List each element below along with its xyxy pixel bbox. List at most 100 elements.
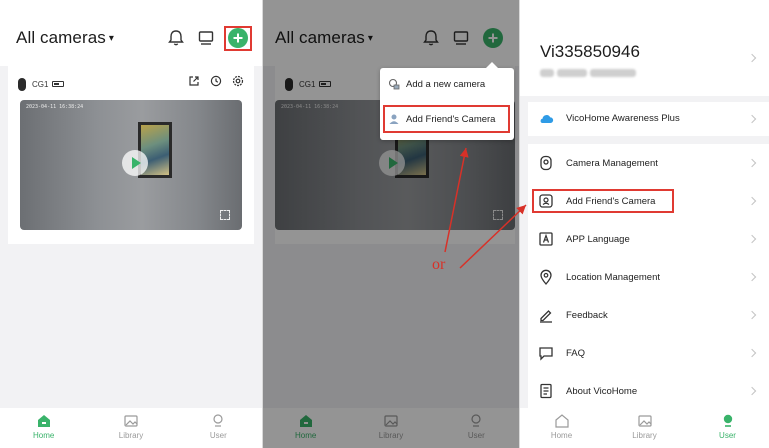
cloud-icon bbox=[540, 115, 554, 123]
menu-label: Feedback bbox=[566, 309, 608, 321]
menu-label: About VicoHome bbox=[566, 385, 638, 397]
layout-icon[interactable] bbox=[196, 28, 216, 48]
camera-icon bbox=[388, 78, 400, 90]
menu-label: Add Friend's Camera bbox=[406, 113, 496, 125]
nav-label: Home bbox=[550, 431, 573, 440]
user-icon bbox=[471, 414, 481, 427]
battery-icon bbox=[52, 81, 65, 87]
camera-card[interactable]: CG1 2023-04-11 16:38:24 bbox=[8, 66, 254, 244]
nav-home[interactable]: Home bbox=[14, 413, 74, 440]
feedback-icon bbox=[540, 310, 552, 323]
caret-down-icon: ▾ bbox=[108, 33, 115, 44]
add-camera-button[interactable] bbox=[228, 28, 248, 48]
play-icon[interactable] bbox=[122, 150, 148, 176]
library-icon bbox=[124, 415, 138, 427]
menu-feedback[interactable]: Feedback bbox=[528, 296, 769, 334]
menu-add-friends-camera[interactable]: Add Friend's Camera bbox=[388, 109, 495, 129]
nav-label: Home bbox=[294, 431, 317, 440]
chevron-right-icon bbox=[747, 234, 757, 244]
camera-preview[interactable]: 2023-04-11 16:38:24 bbox=[20, 100, 242, 230]
library-icon bbox=[384, 415, 398, 427]
camera-device-icon bbox=[285, 77, 293, 91]
menu-location-management[interactable]: Location Management bbox=[528, 258, 769, 296]
home-screen: All cameras ▾ CG1 2023-04-11 16:38:24 Ho… bbox=[0, 0, 262, 448]
awareness-plus-label: VicoHome Awareness Plus bbox=[566, 113, 680, 124]
page-title: All cameras bbox=[275, 28, 365, 47]
nav-label: User bbox=[467, 431, 485, 440]
chevron-right-icon bbox=[747, 272, 757, 282]
camera-management-icon bbox=[540, 155, 552, 171]
location-icon bbox=[540, 269, 552, 285]
menu-faq[interactable]: FAQ bbox=[528, 334, 769, 372]
play-icon[interactable] bbox=[379, 150, 405, 176]
chevron-right-icon bbox=[747, 114, 757, 124]
library-icon bbox=[637, 415, 652, 427]
preview-timestamp: 2023-04-11 16:38:24 bbox=[281, 104, 339, 110]
card-actions bbox=[188, 75, 244, 87]
menu-label: Camera Management bbox=[566, 157, 658, 169]
profile-header[interactable]: Vi335850946 bbox=[520, 0, 769, 96]
menu-label: Add a new camera bbox=[406, 78, 486, 90]
home-icon bbox=[554, 414, 569, 428]
nav-library[interactable]: Library bbox=[101, 413, 161, 440]
settings-menu: Camera Management Add Friend's Camera AP… bbox=[528, 144, 769, 410]
nav-label: Library bbox=[632, 431, 657, 440]
camera-selector[interactable]: All cameras ▾ bbox=[275, 28, 373, 48]
user-icon bbox=[723, 414, 732, 427]
nav-home[interactable]: Home bbox=[532, 413, 592, 440]
nav-library[interactable]: Library bbox=[361, 413, 421, 440]
camera-device-icon bbox=[18, 77, 26, 91]
user-icon bbox=[213, 414, 223, 427]
nav-user[interactable]: User bbox=[446, 413, 506, 440]
menu-about[interactable]: About VicoHome bbox=[528, 372, 769, 410]
page-title: All cameras bbox=[16, 28, 106, 47]
menu-add-new-camera[interactable]: Add a new camera bbox=[388, 74, 485, 94]
fullscreen-icon[interactable] bbox=[493, 210, 503, 220]
add-camera-popup: Add a new camera Add Friend's Camera bbox=[380, 62, 514, 140]
bottom-nav: Home Library User bbox=[0, 408, 262, 448]
home-icon bbox=[37, 415, 50, 427]
home-header: All cameras ▾ bbox=[0, 0, 262, 66]
chevron-right-icon bbox=[747, 310, 757, 320]
history-icon[interactable] bbox=[210, 75, 222, 87]
nav-label: User bbox=[719, 431, 736, 440]
awareness-plus-item[interactable]: VicoHome Awareness Plus bbox=[528, 102, 769, 136]
menu-app-language[interactable]: APP Language bbox=[528, 220, 769, 258]
nav-home[interactable]: Home bbox=[276, 413, 336, 440]
user-screen: Vi335850946 VicoHome Awareness Plus Came… bbox=[520, 0, 769, 448]
share-icon[interactable] bbox=[188, 75, 200, 87]
highlight-box bbox=[532, 189, 674, 213]
bell-icon[interactable] bbox=[166, 28, 186, 48]
or-label: or bbox=[432, 256, 446, 273]
nav-user[interactable]: User bbox=[698, 413, 758, 440]
chevron-right-icon bbox=[747, 158, 757, 168]
camera-selector[interactable]: All cameras ▾ bbox=[16, 28, 114, 48]
friend-icon bbox=[389, 114, 399, 124]
chevron-right-icon bbox=[747, 53, 757, 63]
home-header: All cameras ▾ bbox=[263, 0, 519, 66]
faq-icon bbox=[539, 347, 553, 361]
nav-user[interactable]: User bbox=[188, 413, 248, 440]
home-popup-screen: All cameras ▾ CG1 2023-04-11 16:38:24 Hom… bbox=[263, 0, 519, 448]
menu-camera-management[interactable]: Camera Management bbox=[528, 144, 769, 182]
bell-icon[interactable] bbox=[421, 28, 441, 48]
blurred-account-info bbox=[540, 64, 650, 77]
nav-label: Library bbox=[378, 431, 404, 440]
bottom-nav: Home Library User bbox=[263, 408, 519, 448]
username: Vi335850946 bbox=[540, 42, 640, 61]
nav-library[interactable]: Library bbox=[615, 413, 675, 440]
settings-icon[interactable] bbox=[232, 75, 244, 87]
camera-name: CG1 bbox=[299, 79, 316, 89]
menu-label: Location Management bbox=[566, 271, 661, 283]
close-menu-button[interactable] bbox=[483, 28, 503, 48]
nav-label: Home bbox=[32, 431, 55, 440]
bottom-nav: Home Library User bbox=[520, 408, 769, 448]
home-icon bbox=[299, 415, 312, 427]
caret-down-icon: ▾ bbox=[367, 33, 374, 44]
fullscreen-icon[interactable] bbox=[220, 210, 230, 220]
layout-icon[interactable] bbox=[451, 28, 471, 48]
nav-label: Library bbox=[118, 431, 144, 440]
camera-info: CG1 bbox=[18, 76, 65, 92]
camera-name: CG1 bbox=[32, 79, 49, 89]
chevron-right-icon bbox=[747, 348, 757, 358]
